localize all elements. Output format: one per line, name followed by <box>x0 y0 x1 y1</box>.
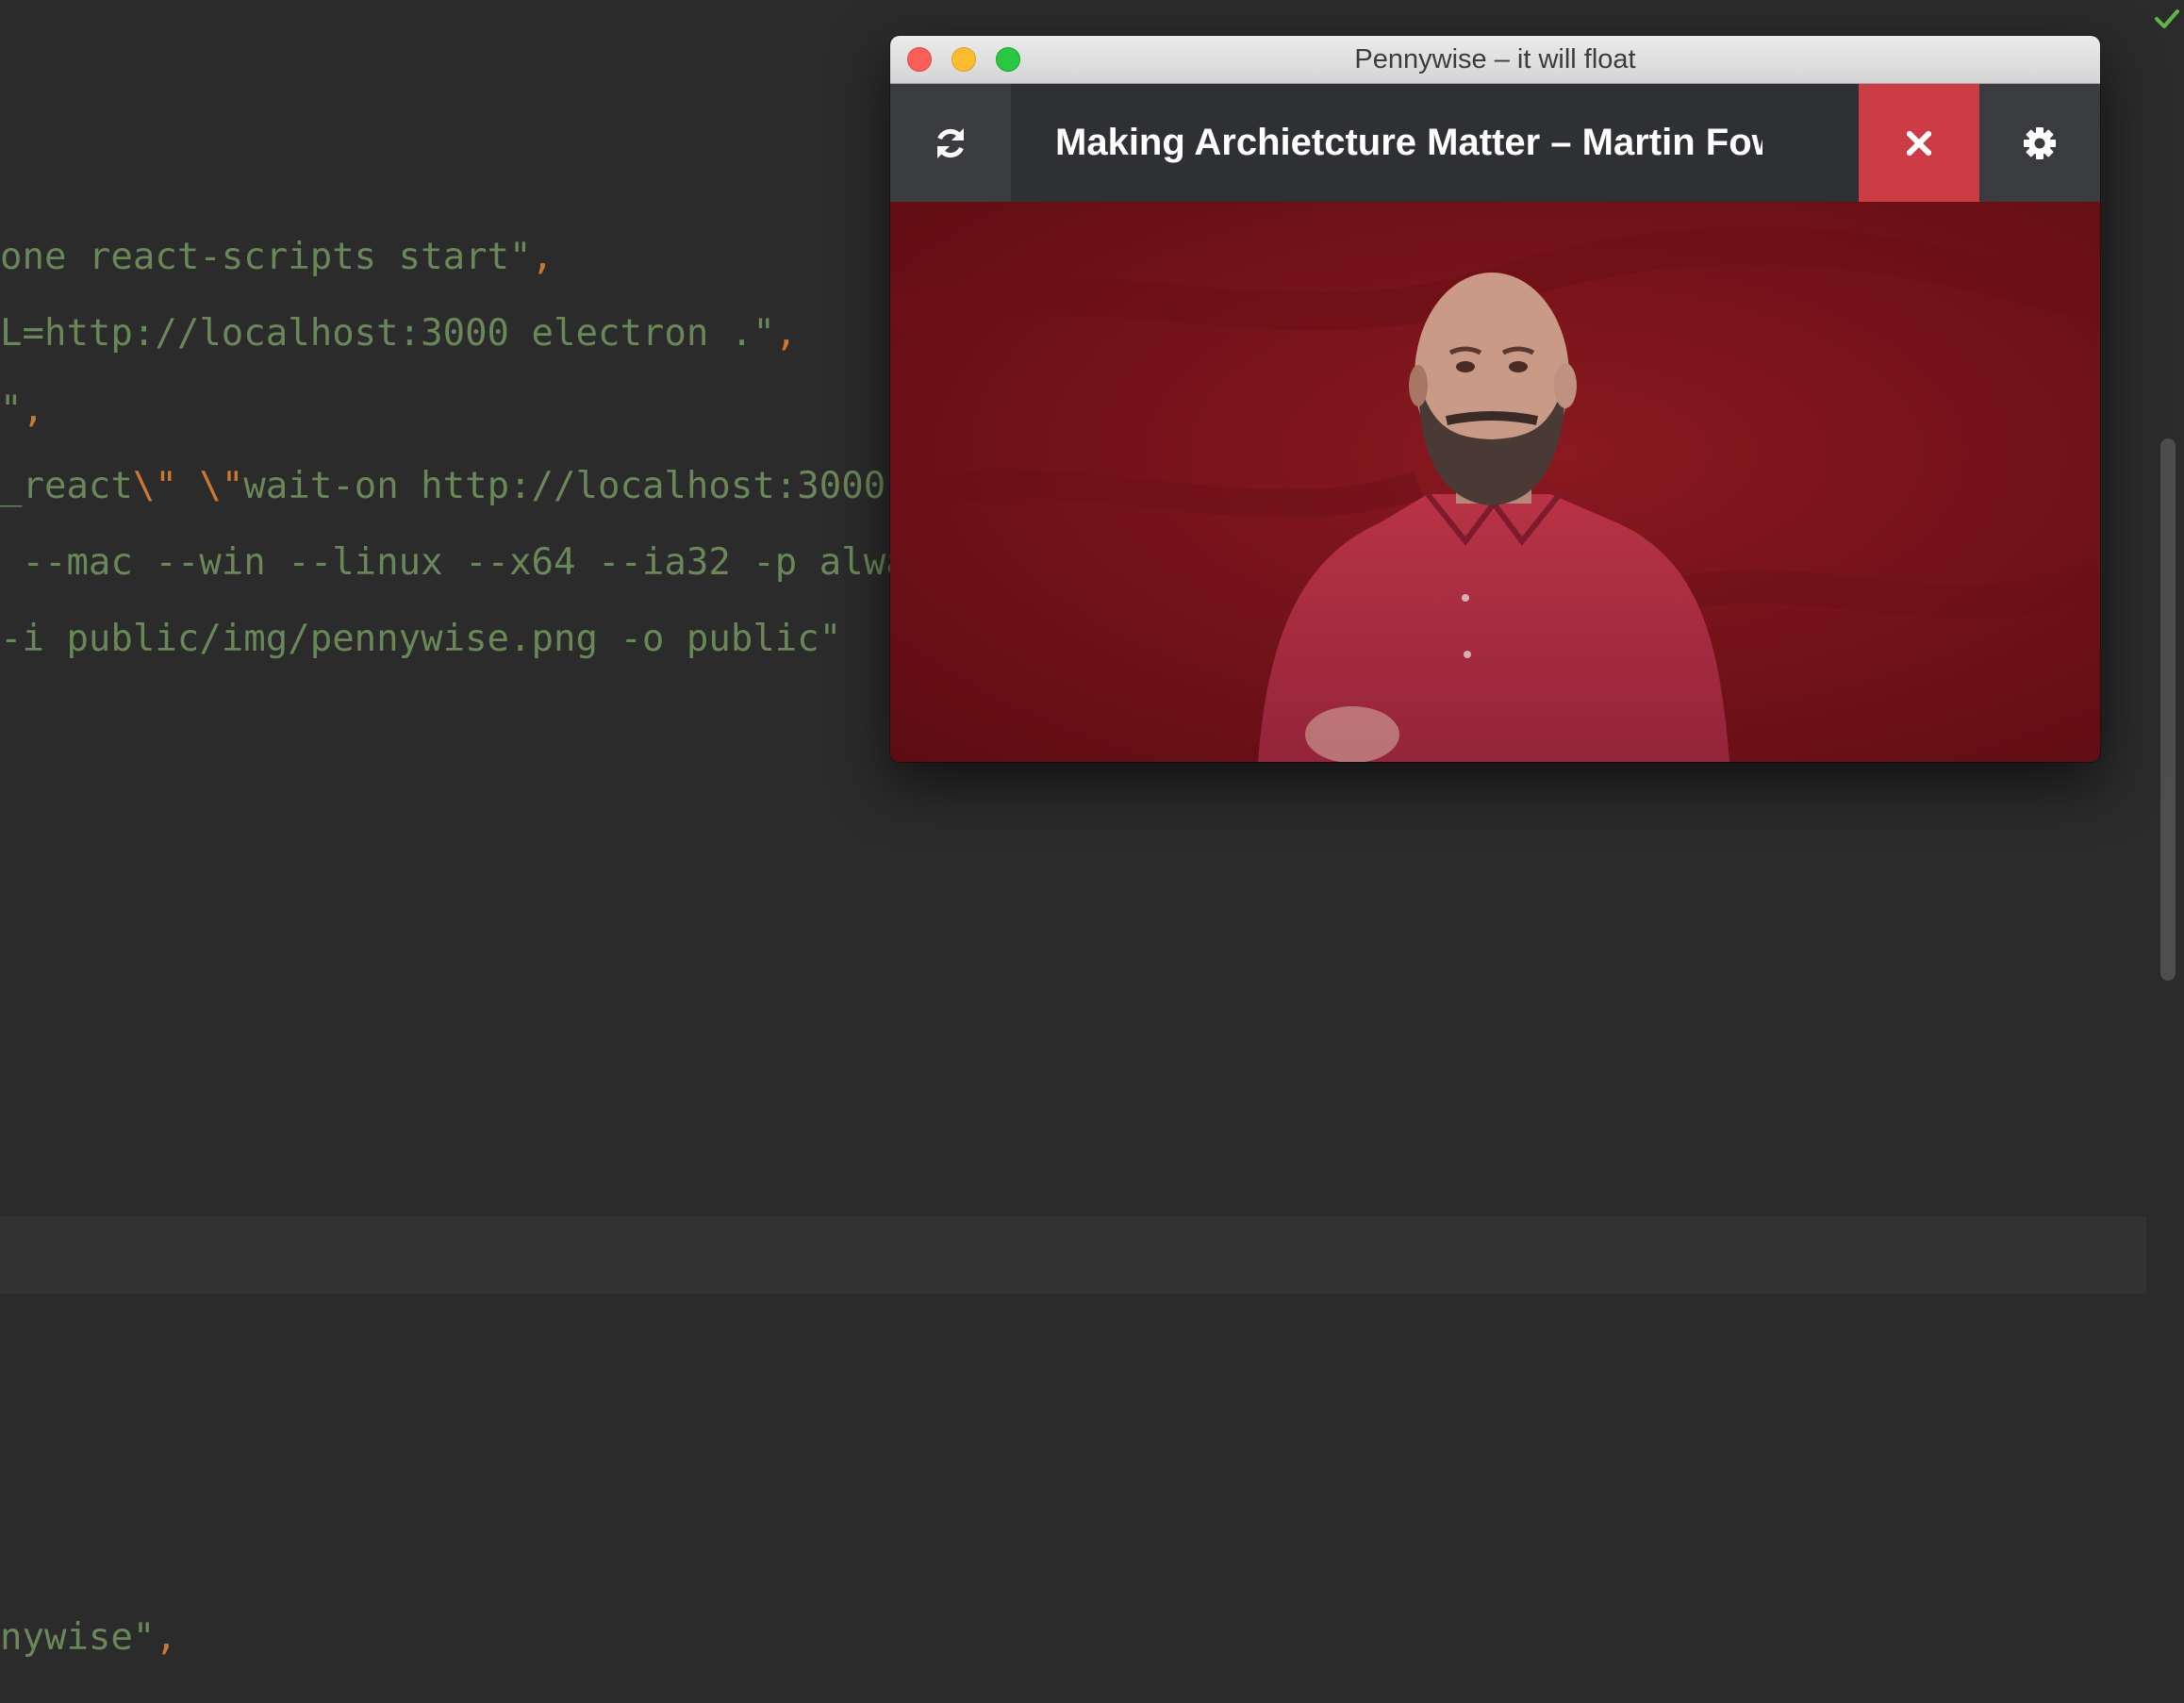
code-token: _react <box>0 465 133 507</box>
code-token: , <box>155 1616 177 1659</box>
window-titlebar[interactable]: Pennywise – it will float <box>890 36 2100 84</box>
pennywise-window: Pennywise – it will float Making Archiet… <box>890 36 2100 762</box>
code-token: , <box>774 312 798 355</box>
code-token: --mac --win --linux --x64 --ia32 -p alwa <box>0 541 908 584</box>
code-token: \" <box>199 465 244 507</box>
video-title-container: Making Archietcture Matter – Martin Fowl… <box>1055 84 1762 202</box>
close-video-button[interactable] <box>1859 84 1979 202</box>
close-icon <box>1907 130 1931 156</box>
refresh-icon <box>937 127 964 158</box>
settings-button[interactable] <box>1979 84 2100 202</box>
window-title: Pennywise – it will float <box>1354 44 1636 74</box>
code-token: wait-on http://localhost:3000 & <box>243 465 931 507</box>
code-token: L=http://localhost:3000 electron ." <box>0 312 775 355</box>
video-title: Making Archietcture Matter – Martin Fowl… <box>1055 122 1762 163</box>
current-line-highlight <box>0 1216 2146 1294</box>
video-player[interactable] <box>890 202 2100 762</box>
code-token: " <box>0 389 23 431</box>
code-line[interactable]: L=http://localhost:3000 electron .", <box>0 295 797 372</box>
video-frame-image <box>890 202 2100 762</box>
code-line[interactable]: one react-scripts start", <box>0 219 554 295</box>
gear-icon <box>2024 126 2056 159</box>
code-token: one react-scripts start" <box>0 236 532 278</box>
code-token: nywise" <box>0 1616 156 1659</box>
code-line[interactable]: --mac --win --linux --x64 --ia32 -p alwa <box>0 524 908 601</box>
code-token: , <box>531 236 554 278</box>
editor-scrollbar[interactable] <box>2160 438 2176 981</box>
player-toolbar: Making Archietcture Matter – Martin Fowl… <box>890 84 2100 202</box>
code-token: , <box>22 389 44 431</box>
code-token: \" <box>132 465 177 507</box>
code-line[interactable]: _react\" \"wait-on http://localhost:3000… <box>0 448 930 524</box>
code-line[interactable]: ", <box>0 372 44 448</box>
code-token: -i public/img/pennywise.png -o public" <box>0 618 842 660</box>
checkmark-icon <box>2155 9 2179 28</box>
reload-button[interactable] <box>890 84 1011 202</box>
code-line[interactable]: -i public/img/pennywise.png -o public" <box>0 601 841 677</box>
code-line[interactable]: nywise", <box>0 1599 177 1676</box>
